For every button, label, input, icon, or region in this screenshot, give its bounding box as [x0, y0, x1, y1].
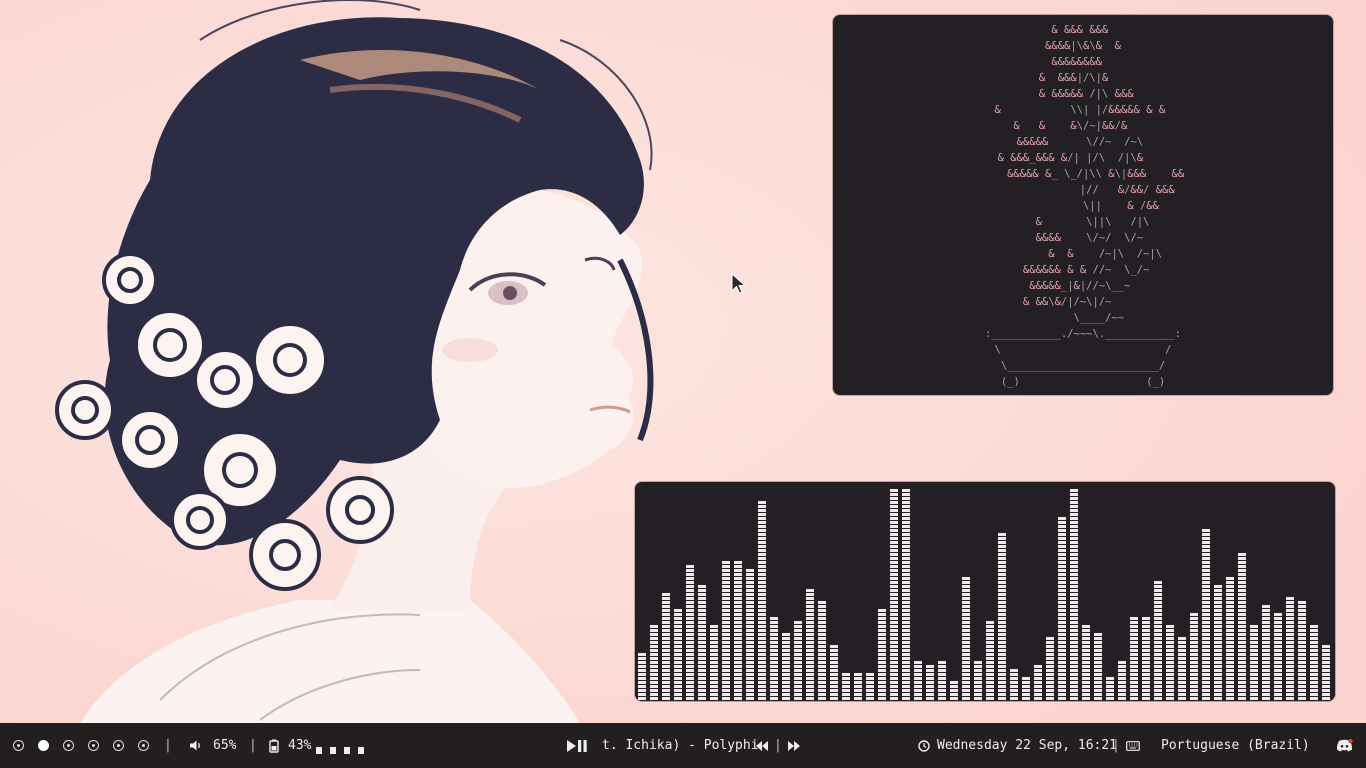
visualizer-bar	[782, 633, 790, 700]
ascii-bonsai-art: & &&& &&& &&&&|\&\& & &&&&&&&& & &&&|/\|…	[985, 24, 1185, 388]
visualizer-bar	[758, 501, 766, 700]
visualizer-bar	[1130, 617, 1138, 700]
visualizer-bar	[974, 661, 982, 700]
visualizer-bar	[1058, 517, 1066, 700]
visualizer-bar	[1250, 625, 1258, 700]
workspace-indicator-2[interactable]	[38, 740, 49, 751]
rewind-icon[interactable]	[755, 723, 769, 768]
visualizer-bar	[998, 533, 1006, 700]
visualizer-bar	[1094, 633, 1102, 700]
visualizer-bar	[938, 661, 946, 700]
visualizer-bar	[746, 569, 754, 700]
visualizer-bar	[638, 653, 646, 700]
visualizer-bar	[926, 665, 934, 700]
visualizer-bar	[1238, 553, 1246, 700]
visualizer-bar	[818, 601, 826, 700]
visualizer-bar	[1022, 677, 1030, 700]
visualizer-bar	[1010, 669, 1018, 700]
visualizer-bar	[1226, 577, 1234, 700]
date-time[interactable]: Wednesday 22 Sep, 16:21	[937, 723, 1117, 768]
visualizer-bar	[794, 621, 802, 700]
mouse-cursor	[731, 273, 745, 294]
separator: |	[249, 738, 257, 753]
visualizer-bar	[1190, 613, 1198, 700]
workspace-indicator-1[interactable]	[13, 740, 24, 751]
volume-level[interactable]: 65%	[213, 723, 236, 768]
visualizer-bar	[1286, 597, 1294, 700]
keyboard-layout[interactable]: Portuguese (Brazil)	[1161, 723, 1310, 768]
visualizer-bar	[962, 577, 970, 700]
visualizer-bars	[638, 489, 1330, 700]
visualizer-bar	[914, 661, 922, 700]
visualizer-bar	[674, 609, 682, 700]
discord-icon[interactable]	[1336, 723, 1353, 768]
visualizer-bar	[866, 673, 874, 700]
visualizer-bar	[950, 681, 958, 700]
fast-forward-icon[interactable]	[787, 723, 801, 768]
visualizer-bar	[1298, 601, 1306, 700]
status-bar: | 65% | 43% t. Ichika) - Polyphi | Wedne…	[0, 723, 1366, 768]
visualizer-bar	[1178, 637, 1186, 700]
visualizer-bar	[1262, 605, 1270, 700]
separator: |	[774, 738, 782, 753]
visualizer-bar	[770, 617, 778, 700]
visualizer-bar	[1082, 625, 1090, 700]
visualizer-bar	[710, 625, 718, 700]
visualizer-bar	[1310, 625, 1318, 700]
visualizer-bar	[650, 625, 658, 700]
visualizer-bar	[1274, 613, 1282, 700]
visualizer-bar	[878, 609, 886, 700]
visualizer-bar	[1070, 489, 1078, 700]
battery-icon	[269, 723, 279, 768]
visualizer-bar	[698, 585, 706, 700]
visualizer-bar	[662, 593, 670, 700]
separator: |	[1112, 738, 1120, 753]
media-title[interactable]: t. Ichika) - Polyphi	[602, 723, 759, 768]
speaker-icon[interactable]	[189, 723, 202, 768]
workspace-indicator-4[interactable]	[88, 740, 99, 751]
workspace-indicator-3[interactable]	[63, 740, 74, 751]
battery-level: 43%	[288, 738, 312, 753]
visualizer-bar	[1142, 617, 1150, 700]
separator: |	[164, 738, 172, 753]
visualizer-bar	[1046, 637, 1054, 700]
clock-icon	[918, 723, 930, 768]
visualizer-bar	[842, 673, 850, 700]
visualizer-bar	[1106, 677, 1114, 700]
visualizer-bar	[1154, 581, 1162, 700]
visualizer-bar	[1214, 585, 1222, 700]
play-pause-icon[interactable]	[566, 723, 588, 768]
visualizer-bar	[1202, 529, 1210, 700]
visualizer-bar	[734, 561, 742, 700]
keyboard-icon	[1126, 723, 1140, 768]
workspace-indicator-6[interactable]	[138, 740, 149, 751]
ascii-art-terminal[interactable]: & &&& &&& &&&&|\&\& & &&&&&&&& & &&&|/\|…	[833, 15, 1333, 395]
audio-visualizer-terminal[interactable]	[635, 482, 1335, 701]
visualizer-bar	[854, 673, 862, 700]
visualizer-bar	[830, 645, 838, 700]
visualizer-bar	[1322, 645, 1330, 700]
visualizer-bar	[1166, 625, 1174, 700]
visualizer-bar	[806, 589, 814, 700]
visualizer-bar	[722, 561, 730, 700]
visualizer-bar	[686, 565, 694, 700]
visualizer-bar	[1118, 661, 1126, 700]
workspace-indicator-5[interactable]	[113, 740, 124, 751]
visualizer-bar	[902, 489, 910, 700]
visualizer-bar	[1034, 665, 1042, 700]
visualizer-bar	[890, 489, 898, 700]
visualizer-bar	[986, 621, 994, 700]
